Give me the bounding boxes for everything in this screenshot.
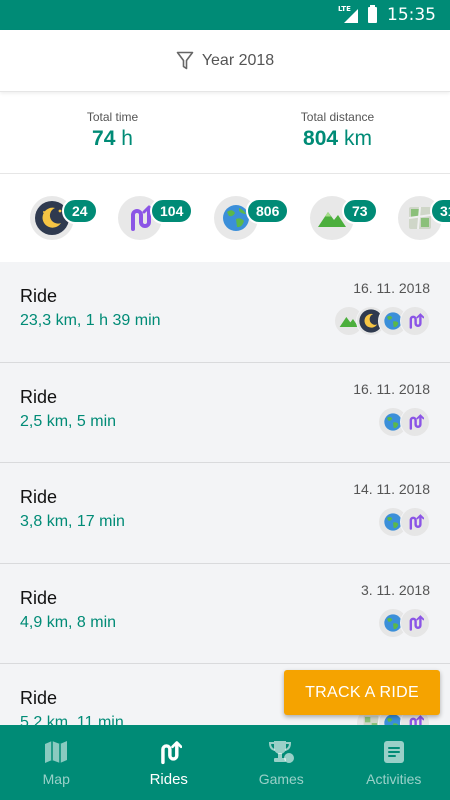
ride-date: 16. 11. 2018 <box>353 380 430 397</box>
ride-arrows-icon <box>400 406 430 437</box>
activities-icon <box>383 741 404 763</box>
badge-map[interactable]: 31 <box>398 196 450 240</box>
filter-label: Year 2018 <box>201 51 275 69</box>
nav-rides-label: Rides <box>149 771 188 788</box>
badge-rides[interactable]: 104 <box>118 196 194 240</box>
badge-count: 73 <box>342 198 378 224</box>
ride-item[interactable]: Ride 3,8 km, 17 min 14. 11. 2018 <box>0 463 450 564</box>
ride-badges <box>334 306 430 336</box>
achievement-badges[interactable]: 24 104 806 73 3 <box>0 174 450 262</box>
year-filter[interactable]: Year 2018 <box>0 30 450 92</box>
ride-stats: 3,8 km, 17 min <box>20 513 125 530</box>
map-nav-icon <box>45 741 68 763</box>
trophy-icon <box>269 741 295 763</box>
ride-item[interactable]: Ride 4,9 km, 8 min 3. 11. 2018 <box>0 563 450 664</box>
ride-stats: 23,3 km, 1 h 39 min <box>20 312 161 329</box>
badge-moon[interactable]: 24 <box>30 196 106 240</box>
totals-summary: Total time 74 h Total distance 804 km <box>0 92 450 174</box>
ride-date: 16. 11. 2018 <box>353 280 430 296</box>
ride-title: Ride <box>20 688 58 708</box>
total-distance-caption: Total distance <box>300 110 375 124</box>
badge-mountain[interactable]: 73 <box>310 196 386 240</box>
status-bar: LTE 15:35 <box>0 0 450 30</box>
ride-date: 3. 11. 2018 <box>360 581 430 598</box>
ride-arrows-icon <box>400 306 430 336</box>
ride-title: Ride <box>20 386 58 407</box>
signal-icon: LTE <box>338 5 358 23</box>
total-time-caption: Total time <box>86 110 139 124</box>
total-distance-unit: km <box>343 127 372 150</box>
total-distance-value: 804 <box>303 127 339 150</box>
nav-rides[interactable]: Rides <box>113 725 226 800</box>
ride-badges <box>378 507 430 537</box>
ride-stats: 5,2 km, 11 min <box>20 714 124 725</box>
nav-map-label: Map <box>42 771 70 787</box>
total-time: Total time 74 h <box>0 92 225 173</box>
total-distance: Total distance 804 km <box>225 92 450 173</box>
nav-map[interactable]: Map <box>0 725 113 800</box>
badge-count: 104 <box>150 198 194 224</box>
rides-list[interactable]: Ride 23,3 km, 1 h 39 min 16. 11. 2018 Ri… <box>0 262 450 725</box>
total-time-value: 74 <box>92 127 116 150</box>
ride-title: Ride <box>20 286 58 306</box>
ride-item[interactable]: Ride 23,3 km, 1 h 39 min 16. 11. 2018 <box>0 262 450 363</box>
nav-activities-label: Activities <box>366 771 422 787</box>
nav-games-label: Games <box>258 771 304 787</box>
ride-stats: 2,5 km, 5 min <box>20 412 117 430</box>
track-ride-button[interactable]: TRACK A RIDE <box>284 670 440 715</box>
nav-games[interactable]: Games <box>225 725 338 800</box>
ride-stats: 4,9 km, 8 min <box>20 613 117 631</box>
battery-icon <box>368 5 377 23</box>
ride-badges <box>378 406 430 437</box>
ride-title: Ride <box>20 587 58 608</box>
total-time-unit: h <box>121 127 133 150</box>
nav-activities[interactable]: Activities <box>338 725 450 800</box>
ride-date: 14. 11. 2018 <box>353 481 430 497</box>
ride-item[interactable]: Ride 2,5 km, 5 min 16. 11. 2018 <box>0 362 450 463</box>
badge-globe[interactable]: 806 <box>214 196 290 240</box>
rides-nav-icon <box>160 741 182 765</box>
bottom-navigation: Map Rides Games Activities <box>0 725 450 800</box>
status-time: 15:35 <box>387 5 436 25</box>
filter-icon <box>176 51 194 69</box>
badge-count: 31 <box>430 198 450 224</box>
badge-count: 24 <box>62 198 98 224</box>
ride-badges <box>378 607 430 638</box>
ride-arrows-icon <box>400 507 430 537</box>
badge-count: 806 <box>246 198 290 224</box>
ride-arrows-icon <box>400 607 430 638</box>
ride-title: Ride <box>20 487 58 507</box>
